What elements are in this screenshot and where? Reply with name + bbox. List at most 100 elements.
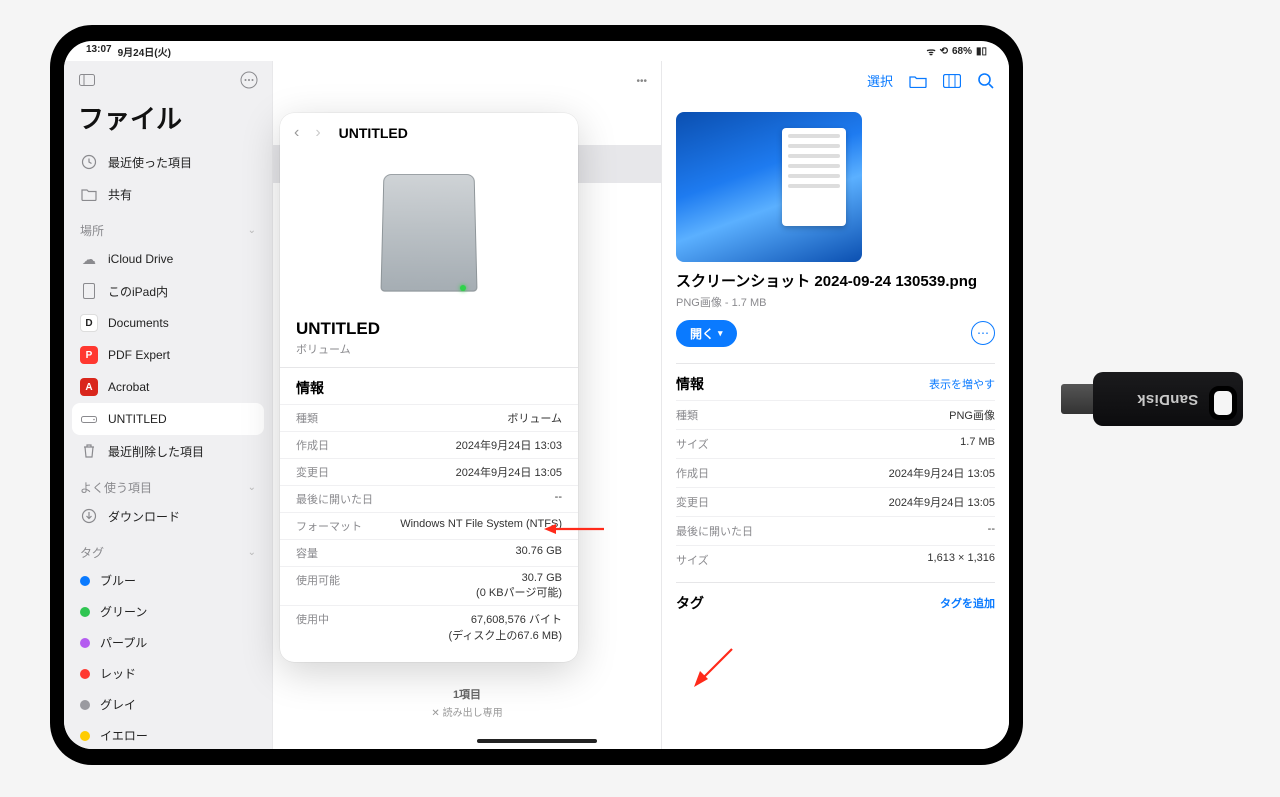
popover-title: UNTITLED	[339, 125, 408, 141]
tag-color-dot	[80, 607, 90, 617]
info-key: 種類	[676, 407, 698, 423]
sidebar-downloads[interactable]: ダウンロード	[72, 500, 264, 532]
info-key: 使用可能	[296, 572, 340, 600]
sidebar-tag[interactable]: グリーン	[72, 596, 264, 627]
tag-label: ブルー	[100, 572, 136, 589]
acrobat-app-icon: A	[80, 378, 98, 396]
documents-app-icon: D	[80, 314, 98, 332]
trash-icon	[80, 442, 98, 460]
select-button[interactable]: 選択	[867, 71, 893, 90]
sidebar-tag[interactable]: パープル	[72, 627, 264, 658]
back-button[interactable]: ‹	[290, 124, 303, 142]
statusbar: 13:07 9月24日(火) ᯤ ⟲ 68% ▮▯	[64, 41, 1009, 61]
sidebar-pdfexpert[interactable]: P PDF Expert	[72, 339, 264, 371]
status-battery: 68%	[952, 46, 972, 57]
home-indicator[interactable]	[477, 739, 597, 743]
info-value: Windows NT File System (NTFS)	[400, 518, 562, 534]
section-locations[interactable]: 場所 ⌄	[72, 210, 264, 243]
info-key: 最後に開いた日	[296, 491, 373, 507]
tag-color-dot	[80, 669, 90, 679]
show-more-button[interactable]: 表示を増やす	[929, 376, 995, 392]
info-row: 容量30.76 GB	[280, 539, 578, 566]
status-date: 9月24日(火)	[118, 44, 171, 59]
volume-info-popover: ‹ › UNTITLED UNTITLED ボリューム 情報 種類ボリューム作成…	[280, 113, 578, 662]
section-favorites[interactable]: よく使う項目 ⌄	[72, 467, 264, 500]
sidebar-label: UNTITLED	[108, 412, 167, 426]
usb-stick: SanDisk	[1055, 368, 1243, 430]
ellipsis-icon[interactable]: •••	[636, 76, 647, 87]
info-row: 種類ボリューム	[280, 404, 578, 431]
preview-thumbnail[interactable]	[676, 112, 862, 262]
sidebar-label: このiPad内	[108, 283, 168, 300]
chevron-down-icon: ⌄	[248, 225, 256, 236]
info-row: 種類PNG画像	[676, 400, 995, 429]
sidebar-label: 最近使った項目	[108, 154, 192, 171]
section-label: よく使う項目	[80, 479, 152, 496]
sidebar-documents[interactable]: D Documents	[72, 307, 264, 339]
view-columns-icon[interactable]	[943, 72, 961, 90]
drive-icon	[364, 163, 494, 303]
sidebar-tag[interactable]: イエロー	[72, 720, 264, 749]
sidebar-toggle-icon[interactable]	[78, 71, 96, 89]
info-value: 2024年9月24日 13:05	[889, 465, 995, 481]
sidebar-tag[interactable]: グレイ	[72, 689, 264, 720]
sidebar-icloud[interactable]: ☁︎ iCloud Drive	[72, 243, 264, 275]
file-meta: PNG画像 - 1.7 MB	[676, 294, 995, 310]
tags-header: タグ	[676, 593, 704, 613]
tag-label: グレイ	[100, 696, 136, 713]
chevron-down-icon: ▾	[718, 328, 723, 339]
browse-footer: 1項目 ✕ 読み出し専用	[273, 670, 661, 749]
wifi-icon: ᯤ	[926, 44, 935, 58]
info-row: 作成日2024年9月24日 13:05	[676, 458, 995, 487]
volume-subtitle: ボリューム	[280, 339, 578, 367]
info-value: 30.7 GB(0 KBパージ可能)	[476, 572, 562, 600]
info-row: 作成日2024年9月24日 13:03	[280, 431, 578, 458]
info-key: サイズ	[676, 552, 709, 568]
info-row: サイズ1.7 MB	[676, 429, 995, 458]
sidebar-trash[interactable]: 最近削除した項目	[72, 435, 264, 467]
sidebar: ファイル 最近使った項目 共有 場所 ⌄	[64, 61, 272, 749]
forward-button: ›	[311, 124, 324, 142]
sidebar-label: Acrobat	[108, 380, 149, 394]
add-tag-button[interactable]: タグを追加	[940, 595, 995, 611]
sidebar-label: ダウンロード	[108, 508, 180, 525]
info-value: 2024年9月24日 13:05	[456, 464, 562, 480]
info-value: 30.76 GB	[516, 545, 562, 561]
more-button[interactable]: ⋯	[971, 321, 995, 345]
sidebar-tag[interactable]: ブルー	[72, 565, 264, 596]
sidebar-tag[interactable]: レッド	[72, 658, 264, 689]
sidebar-label: 最近削除した項目	[108, 443, 204, 460]
section-tags[interactable]: タグ ⌄	[72, 532, 264, 565]
files-app: ファイル 最近使った項目 共有 場所 ⌄	[64, 61, 1009, 749]
tag-color-dot	[80, 576, 90, 586]
tag-color-dot	[80, 638, 90, 648]
info-key: 最後に開いた日	[676, 523, 753, 539]
folder-shared-icon	[80, 185, 98, 203]
tag-color-dot	[80, 731, 90, 741]
sidebar-recent[interactable]: 最近使った項目	[72, 146, 264, 178]
sidebar-label: 共有	[108, 186, 132, 203]
sidebar-untitled[interactable]: UNTITLED	[72, 403, 264, 435]
readonly-label: 読み出し専用	[443, 708, 503, 719]
external-drive-icon	[80, 410, 98, 428]
info-row: 変更日2024年9月24日 13:05	[280, 458, 578, 485]
sidebar-acrobat[interactable]: A Acrobat	[72, 371, 264, 403]
info-header: 情報	[280, 367, 578, 404]
info-row: フォーマット Windows NT File System (NTFS)	[280, 512, 578, 539]
cloud-icon: ☁︎	[80, 250, 98, 268]
info-row: 変更日2024年9月24日 13:05	[676, 487, 995, 516]
section-label: タグ	[80, 544, 104, 561]
orientation-lock-icon: ⟲	[940, 46, 948, 57]
info-row: 使用中67,608,576 バイト(ディスク上の67.6 MB)	[280, 605, 578, 648]
sidebar-shared[interactable]: 共有	[72, 178, 264, 210]
open-button[interactable]: 開く ▾	[676, 320, 737, 347]
info-row: サイズ1,613 × 1,316	[676, 545, 995, 574]
info-key: フォーマット	[296, 518, 362, 534]
more-icon[interactable]	[240, 71, 258, 89]
tag-label: イエロー	[100, 727, 148, 744]
sidebar-title: ファイル	[72, 99, 264, 146]
new-folder-icon[interactable]	[909, 72, 927, 90]
pdfexpert-app-icon: P	[80, 346, 98, 364]
search-icon[interactable]	[977, 72, 995, 90]
sidebar-ipad[interactable]: このiPad内	[72, 275, 264, 307]
